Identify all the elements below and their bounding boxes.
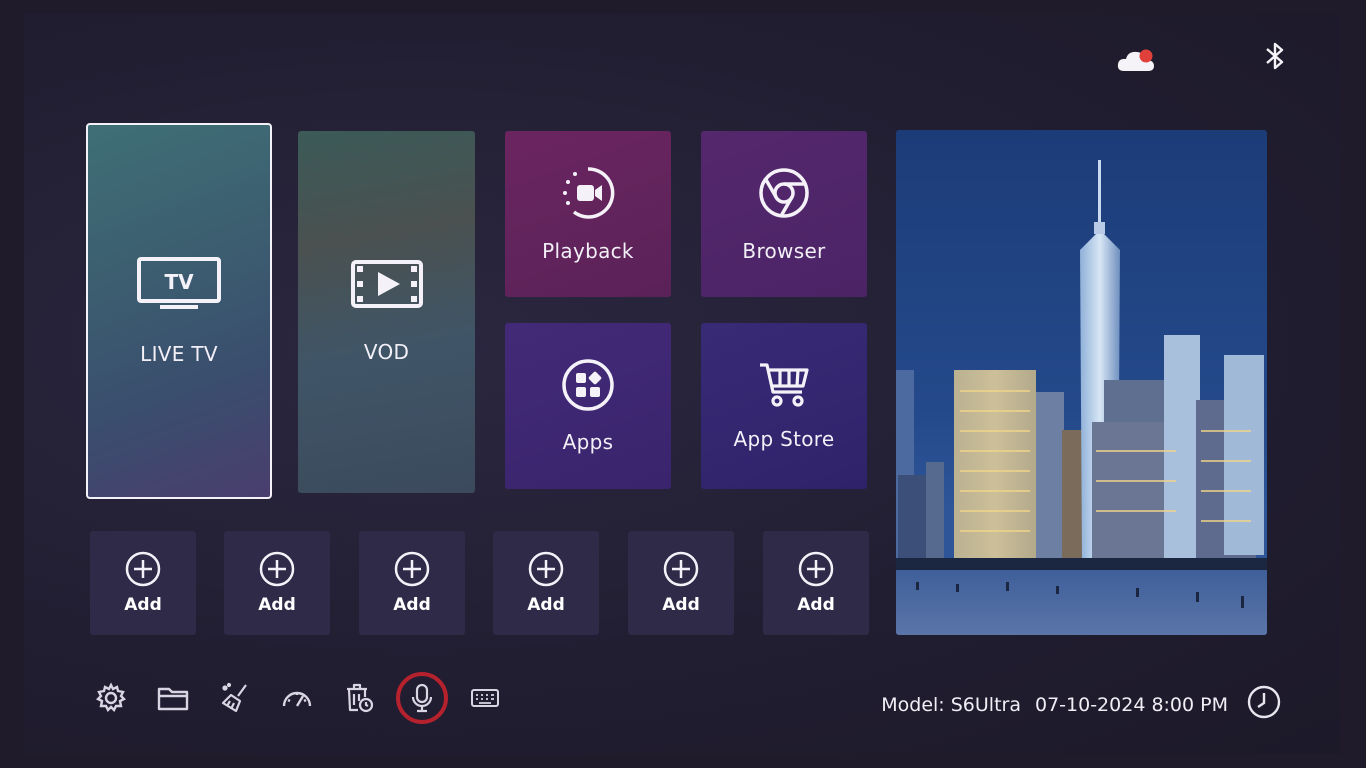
add-circle-icon <box>394 551 430 587</box>
add-shortcut-label: Add <box>393 595 431 615</box>
clean-icon[interactable] <box>216 679 254 717</box>
bluetooth-icon[interactable] <box>1262 41 1288 75</box>
playback-label: Playback <box>542 239 634 263</box>
apps-label: Apps <box>562 430 614 454</box>
add-shortcut-label: Add <box>797 595 835 615</box>
voice-search-focused[interactable] <box>396 672 448 724</box>
browser-tile[interactable]: Browser <box>701 131 867 297</box>
app-store-label: App Store <box>733 427 835 451</box>
add-circle-icon <box>798 551 834 587</box>
live-tv-label: LIVE TV <box>140 342 218 366</box>
add-shortcut-label: Add <box>258 595 296 615</box>
model-label: Model: S6Ultra <box>881 693 1021 716</box>
tv-icon-text: TV <box>164 270 194 294</box>
featured-city-image[interactable] <box>896 130 1267 635</box>
vod-tile[interactable]: VOD <box>298 131 475 493</box>
live-tv-tile[interactable]: TV LIVE TV <box>86 123 272 499</box>
date-time: 07-10-2024 8:00 PM <box>1034 693 1228 716</box>
clock-icon[interactable] <box>1246 684 1282 725</box>
add-shortcut-tile[interactable]: Add <box>628 531 734 635</box>
tv-icon: TV <box>136 256 222 316</box>
browser-label: Browser <box>742 239 826 263</box>
add-circle-icon <box>125 551 161 587</box>
folder-icon[interactable] <box>154 679 192 717</box>
playback-tile[interactable]: Playback <box>505 131 671 297</box>
add-shortcut-tile[interactable]: Add <box>90 531 196 635</box>
microphone-icon <box>411 683 433 713</box>
playback-icon <box>560 165 616 225</box>
add-shortcut-label: Add <box>527 595 565 615</box>
settings-icon[interactable] <box>92 679 130 717</box>
keyboard-icon[interactable] <box>466 679 504 717</box>
status-bar: Model: S6Ultra 07-10-2024 8:00 PM <box>881 684 1282 725</box>
add-circle-icon <box>528 551 564 587</box>
add-shortcut-tile[interactable]: Add <box>359 531 465 635</box>
apps-icon <box>561 358 615 416</box>
add-circle-icon <box>259 551 295 587</box>
add-shortcut-tile[interactable]: Add <box>224 531 330 635</box>
add-circle-icon <box>663 551 699 587</box>
weather-cloud-icon[interactable] <box>1116 44 1158 78</box>
film-play-icon <box>350 260 423 312</box>
add-shortcut-label: Add <box>662 595 700 615</box>
speed-icon[interactable] <box>278 679 316 717</box>
apps-tile[interactable]: Apps <box>505 323 671 489</box>
add-shortcut-tile[interactable]: Add <box>493 531 599 635</box>
app-store-tile[interactable]: App Store <box>701 323 867 489</box>
cart-icon <box>758 361 810 413</box>
add-shortcut-label: Add <box>124 595 162 615</box>
browser-icon <box>756 165 812 225</box>
vod-label: VOD <box>363 340 410 364</box>
bottom-toolbar <box>92 672 528 724</box>
uninstall-icon[interactable] <box>340 679 378 717</box>
add-shortcut-tile[interactable]: Add <box>763 531 869 635</box>
